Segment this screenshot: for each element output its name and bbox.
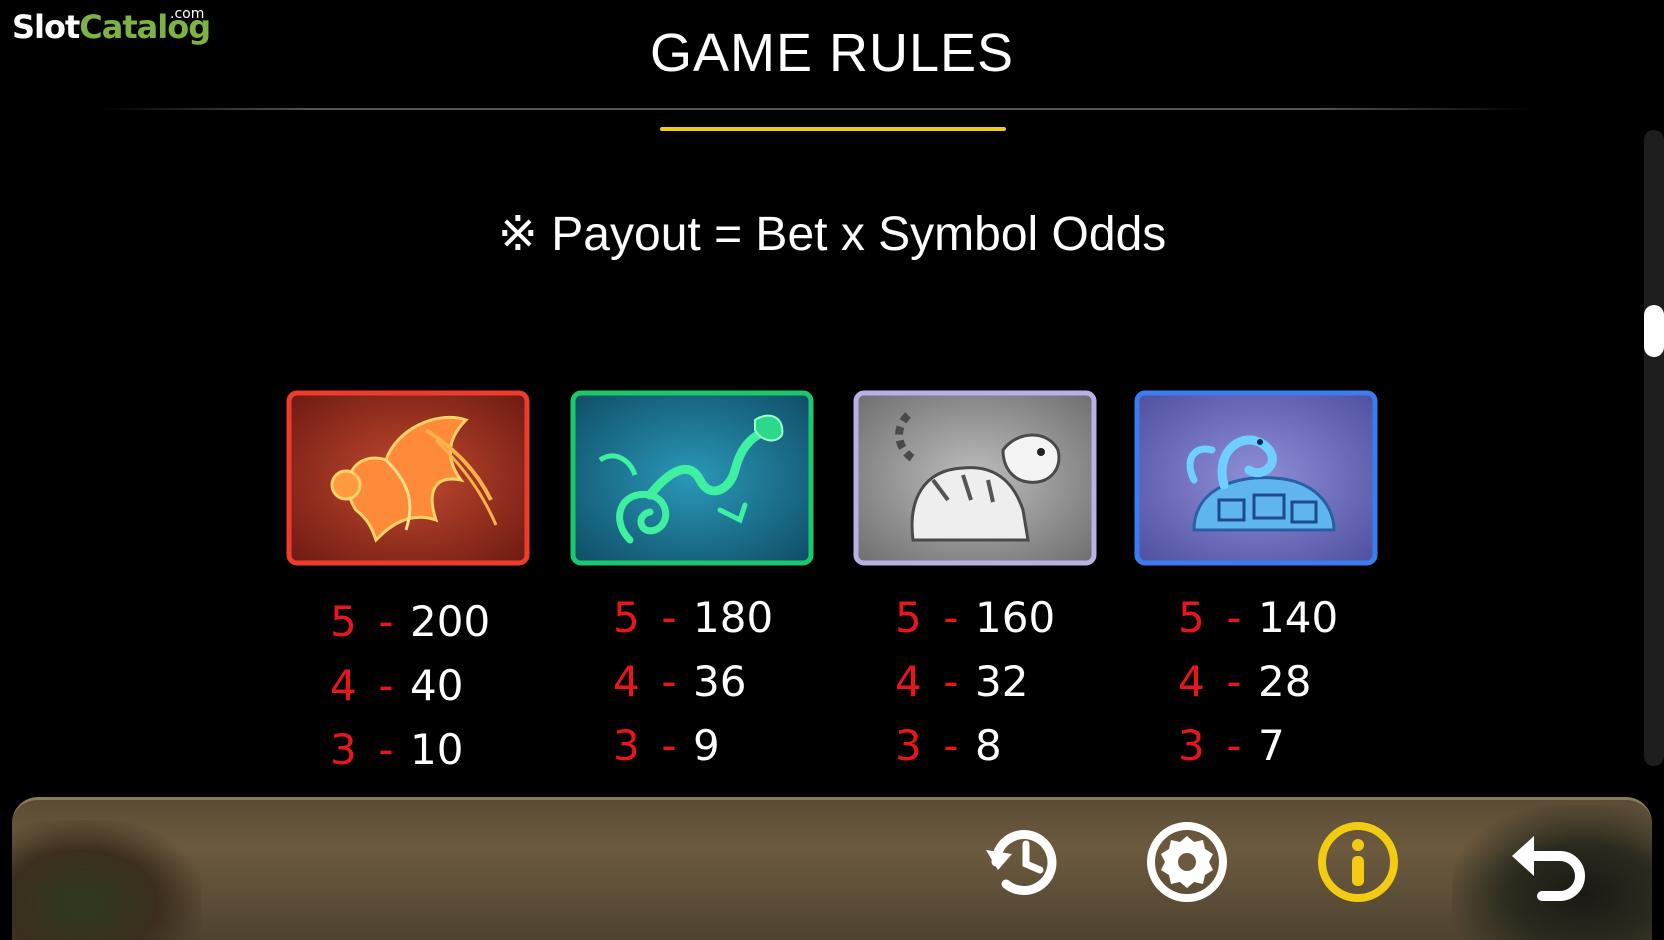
history-icon: [986, 830, 1057, 895]
scrollbar-thumb[interactable]: [1644, 305, 1664, 357]
header-divider: [100, 108, 1530, 110]
paytable-row: 5-140: [1178, 593, 1339, 642]
dragon-symbol: [570, 390, 814, 566]
scrollbar-track[interactable]: [1644, 130, 1664, 766]
history-button[interactable]: [980, 818, 1068, 906]
logo-tld: .com: [170, 6, 205, 22]
settings-button[interactable]: [1143, 818, 1231, 906]
phoenix-icon: [286, 390, 530, 566]
info-icon: [1318, 822, 1398, 902]
paytable-row: 5-200: [330, 597, 491, 646]
tiger-paytable: 5-160 4-32 3-8: [895, 586, 1055, 778]
page-title: GAME RULES: [649, 23, 1015, 83]
settings-icon: [1147, 822, 1227, 902]
paytable-row: 4-32: [895, 657, 1029, 706]
paytable-row: 4-36: [613, 657, 747, 706]
turtle-snake-symbol: [1134, 390, 1378, 566]
dragon-paytable: 5-180 4-36 3-9: [613, 586, 773, 778]
paytable-row: 3-7: [1178, 721, 1285, 770]
paytable-row: 5-180: [613, 593, 774, 642]
bottom-control-bar: [12, 797, 1652, 940]
dragon-icon: [570, 390, 814, 566]
info-button[interactable]: [1314, 818, 1402, 906]
paytable-row: 3-10: [330, 725, 464, 774]
phoenix-paytable: 5-200 4-40 3-10: [330, 590, 490, 782]
turtle-snake-paytable: 5-140 4-28 3-7: [1178, 586, 1338, 778]
tiger-icon: [853, 390, 1097, 566]
payout-formula: ※ Payout = Bet x Symbol Odds: [497, 208, 1167, 261]
back-icon: [1512, 836, 1585, 901]
back-button[interactable]: [1504, 818, 1592, 906]
paytable-row: 3-8: [895, 721, 1002, 770]
phoenix-symbol: [286, 390, 530, 566]
paytable-row: 5-160: [895, 593, 1056, 642]
paytable-row: 4-28: [1178, 657, 1312, 706]
turtle-snake-icon: [1134, 390, 1378, 566]
tiger-symbol: [853, 390, 1097, 566]
title-underline: [660, 127, 1006, 131]
paytable-row: 4-40: [330, 661, 464, 710]
bar-decoration-left: [12, 820, 202, 940]
paytable-row: 3-9: [613, 721, 720, 770]
